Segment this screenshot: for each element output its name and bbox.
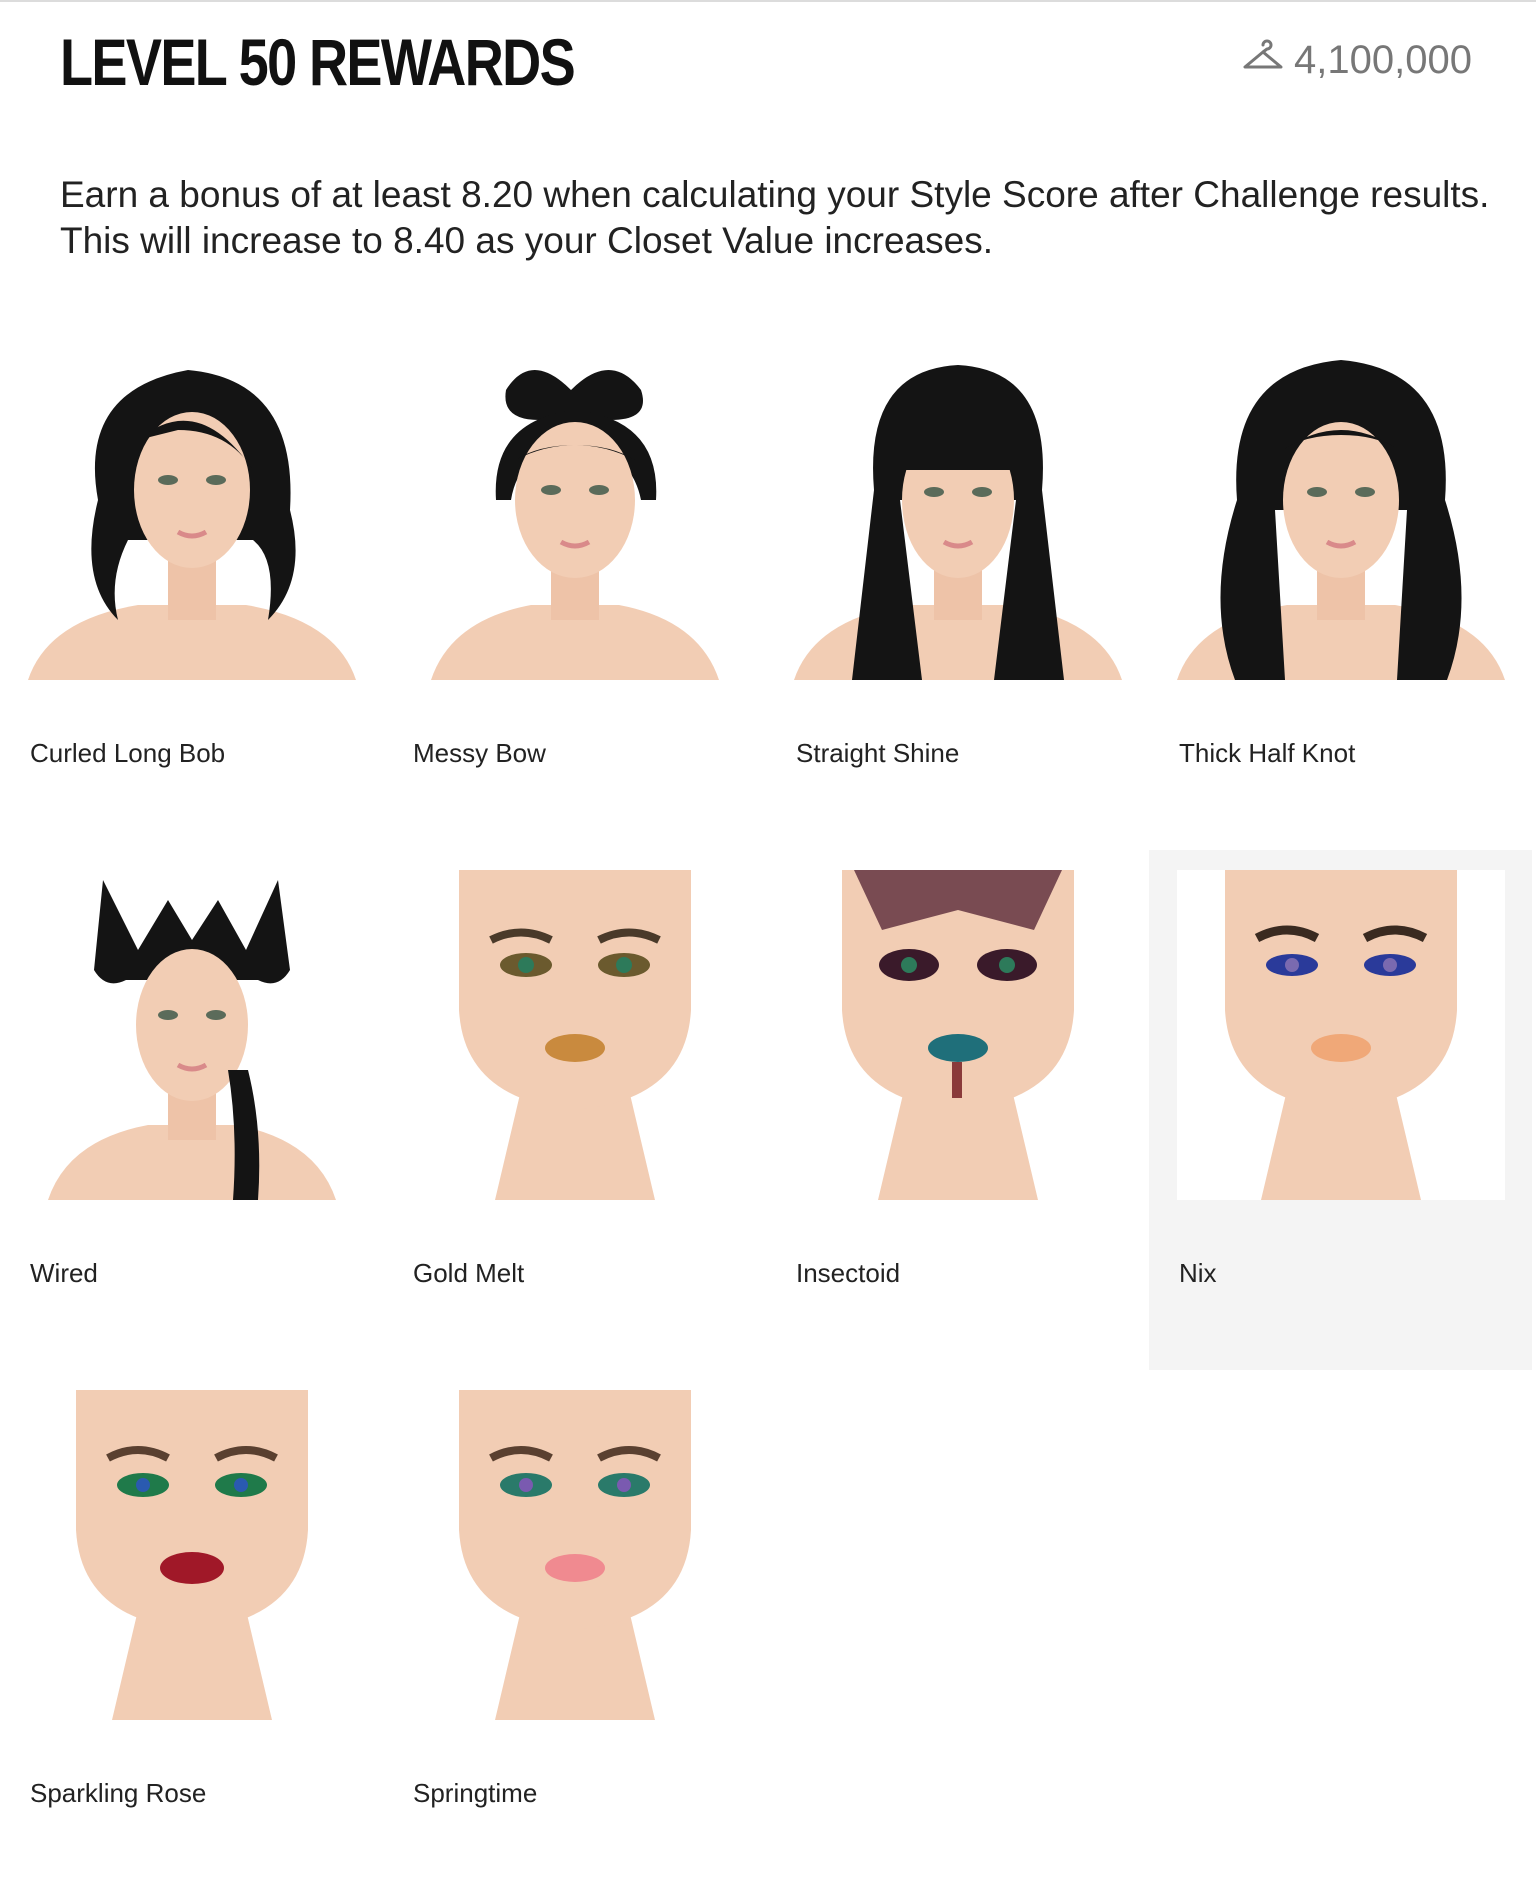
closet-value: 4,100,000	[1242, 38, 1472, 83]
straight-shine-portrait	[794, 350, 1122, 680]
reward-item-thick-half-knot[interactable]: Thick Half Knot	[1149, 330, 1532, 850]
reward-item-insectoid[interactable]: Insectoid	[766, 850, 1149, 1370]
reward-label: Curled Long Bob	[30, 738, 226, 768]
reward-label: Wired	[30, 1258, 98, 1288]
sparkling-rose-portrait	[28, 1390, 356, 1720]
reward-description: Earn a bonus of at least 8.20 when calcu…	[60, 172, 1500, 264]
reward-label: Gold Melt	[413, 1258, 525, 1288]
thick-half-knot-portrait	[1177, 350, 1505, 680]
reward-label: Nix	[1179, 1258, 1217, 1288]
description-line-2: This will increase to 8.40 as your Close…	[60, 220, 993, 261]
reward-item-wired[interactable]: Wired	[0, 850, 383, 1370]
nix-portrait	[1177, 870, 1505, 1200]
reward-item-messy-bow[interactable]: Messy Bow	[383, 330, 766, 850]
gold-melt-portrait	[411, 870, 739, 1200]
reward-label: Insectoid	[796, 1258, 901, 1288]
reward-item-springtime[interactable]: Springtime	[383, 1370, 766, 1890]
reward-item-curled-long-bob[interactable]: Curled Long Bob	[0, 330, 383, 850]
closet-value-amount: 4,100,000	[1294, 38, 1472, 82]
messy-bow-portrait	[411, 350, 739, 680]
reward-label: Straight Shine	[796, 738, 960, 768]
reward-label: Springtime	[413, 1778, 538, 1808]
reward-item-straight-shine[interactable]: Straight Shine	[766, 330, 1149, 850]
reward-item-sparkling-rose[interactable]: Sparkling Rose	[0, 1370, 383, 1890]
page-title: LEVEL 50 REWARDS	[60, 25, 576, 99]
curled-long-bob-portrait	[28, 350, 356, 680]
description-line-1: Earn a bonus of at least 8.20 when calcu…	[60, 174, 1490, 215]
reward-label: Messy Bow	[413, 738, 546, 768]
reward-item-nix[interactable]: Nix	[1149, 850, 1532, 1370]
hanger-icon	[1242, 38, 1284, 83]
springtime-portrait	[411, 1390, 739, 1720]
wired-portrait	[28, 870, 356, 1200]
reward-item-gold-melt[interactable]: Gold Melt	[383, 850, 766, 1370]
reward-label: Sparkling Rose	[30, 1778, 207, 1808]
reward-label: Thick Half Knot	[1179, 738, 1356, 768]
insectoid-portrait	[794, 870, 1122, 1200]
top-divider	[0, 0, 1536, 2]
